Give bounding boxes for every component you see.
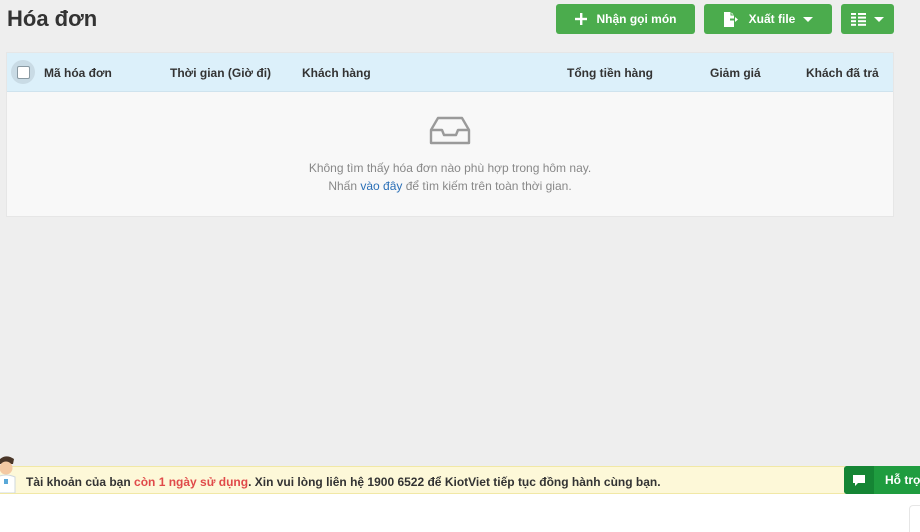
page-title: Hóa đơn bbox=[7, 6, 98, 31]
footer-panel-edge bbox=[909, 505, 920, 532]
order-button-label: Nhận gọi món bbox=[596, 12, 677, 26]
table-header: Mã hóa đơn Thời gian (Giờ đi) Khách hàng… bbox=[7, 53, 893, 92]
notice-suffix: . Xin vui lòng liên hệ 1900 6522 để Kiot… bbox=[248, 475, 661, 489]
hint-suffix: để tìm kiếm trên toàn thời gian. bbox=[402, 179, 572, 193]
export-button-label: Xuất file bbox=[748, 12, 796, 26]
file-export-icon bbox=[723, 11, 739, 27]
empty-state: Không tìm thấy hóa đơn nào phù hợp trong… bbox=[7, 92, 893, 217]
footer-area bbox=[0, 494, 920, 532]
select-all-checkbox-wrap[interactable] bbox=[11, 60, 35, 84]
chat-icon bbox=[844, 466, 874, 494]
col-customer-paid[interactable]: Khách đã trả bbox=[806, 66, 879, 80]
export-button[interactable]: Xuất file bbox=[704, 4, 832, 34]
order-button[interactable]: Nhận gọi món bbox=[556, 4, 695, 34]
plus-icon bbox=[574, 13, 587, 25]
support-button[interactable]: Hỗ trợ bbox=[844, 466, 920, 494]
mascot-avatar bbox=[0, 453, 16, 494]
hint-prefix: Nhấn bbox=[328, 179, 361, 193]
col-customer[interactable]: Khách hàng bbox=[302, 66, 371, 80]
notice-prefix: Tài khoản của bạn bbox=[26, 475, 135, 489]
col-total-goods[interactable]: Tổng tiền hàng bbox=[567, 66, 653, 80]
chevron-down-icon bbox=[803, 16, 814, 22]
empty-message: Không tìm thấy hóa đơn nào phù hợp trong… bbox=[308, 161, 592, 175]
invoice-table: Mã hóa đơn Thời gian (Giờ đi) Khách hàng… bbox=[6, 52, 894, 217]
account-expiry-notice: Tài khoản của bạn còn 1 ngày sử dụng. Xi… bbox=[0, 466, 845, 494]
chevron-down-icon bbox=[874, 16, 884, 22]
column-settings-button[interactable] bbox=[841, 4, 894, 34]
col-discount[interactable]: Giảm giá bbox=[710, 66, 761, 80]
empty-search-hint: Nhấn vào đây để tìm kiếm trên toàn thời … bbox=[7, 179, 893, 193]
column-list-icon bbox=[851, 12, 866, 26]
select-all-checkbox[interactable] bbox=[16, 65, 30, 79]
notice-days-left: còn 1 ngày sử dụng bbox=[134, 475, 249, 489]
search-all-time-link[interactable]: vào đây bbox=[360, 179, 402, 193]
empty-tray-icon bbox=[429, 116, 471, 151]
col-invoice-code[interactable]: Mã hóa đơn bbox=[44, 66, 112, 80]
support-label: Hỗ trợ bbox=[885, 473, 920, 487]
col-time[interactable]: Thời gian (Giờ đi) bbox=[170, 66, 271, 80]
